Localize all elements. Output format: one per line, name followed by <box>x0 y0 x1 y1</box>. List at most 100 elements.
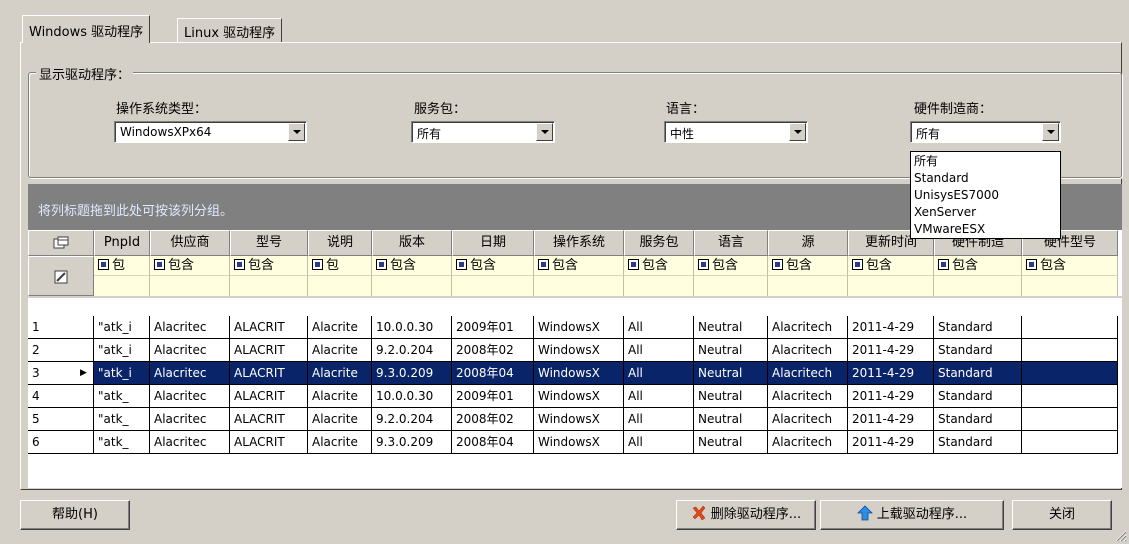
filter-cell[interactable]: 包含 <box>768 256 848 276</box>
filter-cell[interactable]: 包含 <box>230 256 308 276</box>
table-cell[interactable]: Alacritech <box>768 431 848 454</box>
filter-value-input[interactable] <box>94 276 150 296</box>
table-cell[interactable]: 10.0.0.30 <box>372 316 452 339</box>
table-cell[interactable]: Alacritec <box>150 431 230 454</box>
dropdown-option[interactable]: VMwareESX <box>914 221 1060 238</box>
filter-cell[interactable]: 包含 <box>534 256 624 276</box>
table-row[interactable]: 4 "atk_ Alacritec ALACRIT Alacrite 10.0.0.30 2… <box>28 385 1122 408</box>
filter-cell[interactable]: 包含 <box>624 256 694 276</box>
dropdown-option[interactable]: 所有 <box>914 153 1060 170</box>
filter-value-input[interactable] <box>372 276 452 296</box>
table-cell[interactable]: Standard <box>934 316 1022 339</box>
table-cell[interactable]: Alacrite <box>308 408 372 431</box>
row-header[interactable]: 6 <box>28 431 94 454</box>
table-cell[interactable]: 2011-4-29 <box>848 339 934 362</box>
row-header[interactable]: 3 ▶ <box>28 362 94 385</box>
filter-value-input[interactable] <box>694 276 768 296</box>
column-header[interactable]: 版本 <box>372 230 452 256</box>
column-header[interactable]: 日期 <box>452 230 534 256</box>
table-cell[interactable]: Alacritech <box>768 385 848 408</box>
resize-grip-icon[interactable] <box>1115 530 1127 542</box>
filter-cell[interactable]: 包含 <box>694 256 768 276</box>
table-cell[interactable]: Standard <box>934 431 1022 454</box>
filter-value-input[interactable] <box>768 276 848 296</box>
table-cell[interactable]: Alacritec <box>150 362 230 385</box>
column-chooser-icon[interactable] <box>28 230 94 256</box>
table-cell[interactable]: Alacritec <box>150 408 230 431</box>
table-cell[interactable]: 10.0.0.30 <box>372 385 452 408</box>
table-cell[interactable]: ALACRIT <box>230 408 308 431</box>
delete-driver-button[interactable]: 删除驱动程序... <box>676 500 816 530</box>
tab-linux-drivers[interactable]: Linux 驱动程序 <box>177 18 283 42</box>
table-cell[interactable] <box>1022 385 1118 408</box>
filter-cell[interactable]: 包含 <box>372 256 452 276</box>
dropdown-option[interactable]: Standard <box>914 170 1060 187</box>
dropdown-option[interactable]: XenServer <box>914 204 1060 221</box>
table-row[interactable]: 6 "atk_ Alacritec ALACRIT Alacrite 9.3.0.209 2… <box>28 431 1122 454</box>
table-cell[interactable]: Standard <box>934 408 1022 431</box>
table-cell[interactable]: 2008年04 <box>452 431 534 454</box>
table-cell[interactable]: "atk_i <box>94 362 150 385</box>
filter-cell[interactable]: 包含 <box>934 256 1022 276</box>
filter-cell[interactable]: 包 <box>94 256 150 276</box>
table-cell[interactable]: All <box>624 316 694 339</box>
table-cell[interactable]: Alacrite <box>308 431 372 454</box>
dropdown-option[interactable]: UnisysES7000 <box>914 187 1060 204</box>
filter-cell[interactable]: 包含 <box>452 256 534 276</box>
table-cell[interactable]: Neutral <box>694 316 768 339</box>
row-header[interactable]: 2 <box>28 339 94 362</box>
column-header[interactable]: 语言 <box>694 230 768 256</box>
filter-cell[interactable]: 包 <box>308 256 372 276</box>
os-type-select[interactable]: WindowsXPx64 <box>114 121 307 143</box>
table-row[interactable]: 3 ▶ "atk_i Alacritec ALACRIT Alacrite 9.3.0.20… <box>28 362 1122 385</box>
table-cell[interactable]: WindowsX <box>534 339 624 362</box>
filter-value-input[interactable] <box>452 276 534 296</box>
filter-value-input[interactable] <box>624 276 694 296</box>
table-cell[interactable]: WindowsX <box>534 362 624 385</box>
table-row[interactable]: 5 "atk_ Alacritec ALACRIT Alacrite 9.2.0.204 2… <box>28 408 1122 431</box>
table-cell[interactable]: 2011-4-29 <box>848 385 934 408</box>
row-header[interactable]: 1 <box>28 316 94 339</box>
filter-value-input[interactable] <box>150 276 230 296</box>
tab-windows-drivers[interactable]: Windows 驱动程序 <box>22 15 151 43</box>
table-cell[interactable]: 2011-4-29 <box>848 362 934 385</box>
table-cell[interactable]: ALACRIT <box>230 362 308 385</box>
table-cell[interactable]: Alacrite <box>308 385 372 408</box>
table-row[interactable]: 2 "atk_i Alacritec ALACRIT Alacrite 9.2.0.204… <box>28 339 1122 362</box>
column-header[interactable]: 服务包 <box>624 230 694 256</box>
drivers-grid[interactable]: PnpId 包 供应商 包含 型号 包含 说明包 版本 包含 日期 包含 操作系统 包含 服务包 包含 语言包… <box>28 230 1122 488</box>
table-cell[interactable]: 2011-4-29 <box>848 408 934 431</box>
filter-value-input[interactable] <box>934 276 1022 296</box>
table-cell[interactable]: 2008年04 <box>452 362 534 385</box>
filter-cell[interactable]: 包含 <box>1022 256 1118 276</box>
table-cell[interactable] <box>1022 362 1118 385</box>
table-cell[interactable] <box>1022 408 1118 431</box>
table-cell[interactable]: Neutral <box>694 408 768 431</box>
column-header[interactable]: PnpId <box>94 230 150 256</box>
table-cell[interactable]: 2009年01 <box>452 385 534 408</box>
table-cell[interactable] <box>1022 431 1118 454</box>
column-header[interactable]: 操作系统 <box>534 230 624 256</box>
table-cell[interactable]: "atk_ <box>94 431 150 454</box>
table-cell[interactable]: 9.3.0.209 <box>372 431 452 454</box>
table-cell[interactable]: All <box>624 431 694 454</box>
help-button[interactable]: 帮助(H) <box>20 500 130 530</box>
table-cell[interactable]: All <box>624 408 694 431</box>
upload-driver-button[interactable]: 上载驱动程序... <box>820 500 1004 530</box>
table-cell[interactable]: All <box>624 339 694 362</box>
table-cell[interactable]: WindowsX <box>534 431 624 454</box>
table-row[interactable]: 1 "atk_i Alacritec ALACRIT Alacrite 10.0.0.30… <box>28 316 1122 339</box>
column-header[interactable]: 源 <box>768 230 848 256</box>
filter-cell[interactable]: 包含 <box>848 256 934 276</box>
table-cell[interactable]: Standard <box>934 385 1022 408</box>
table-cell[interactable] <box>1022 316 1118 339</box>
table-cell[interactable]: Alacritech <box>768 408 848 431</box>
table-cell[interactable]: 9.2.0.204 <box>372 408 452 431</box>
table-cell[interactable]: Alacrite <box>308 339 372 362</box>
table-cell[interactable]: "atk_i <box>94 316 150 339</box>
table-cell[interactable]: All <box>624 362 694 385</box>
chevron-down-icon[interactable] <box>288 123 305 141</box>
table-cell[interactable]: Alacrite <box>308 316 372 339</box>
chevron-down-icon[interactable] <box>536 123 553 141</box>
column-header[interactable]: 供应商 <box>150 230 230 256</box>
